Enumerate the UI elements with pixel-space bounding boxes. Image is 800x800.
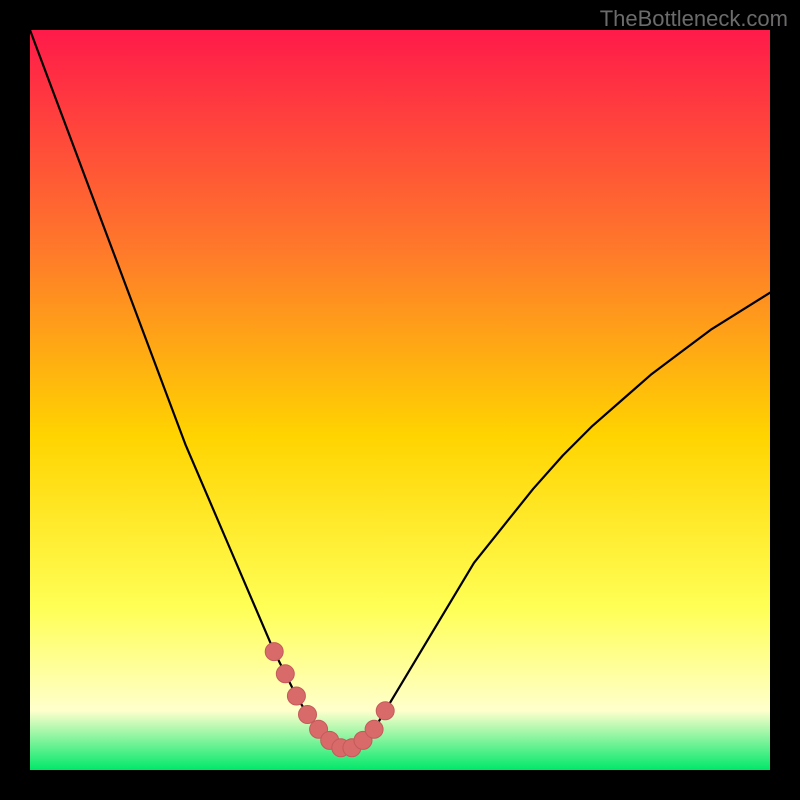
min-marker (376, 702, 394, 720)
min-marker (276, 665, 294, 683)
watermark-text: TheBottleneck.com (600, 6, 788, 32)
min-marker (365, 720, 383, 738)
min-marker (287, 687, 305, 705)
bottleneck-chart (30, 30, 770, 770)
gradient-background (30, 30, 770, 770)
min-marker (299, 706, 317, 724)
min-marker (265, 643, 283, 661)
plot-frame (30, 30, 770, 770)
